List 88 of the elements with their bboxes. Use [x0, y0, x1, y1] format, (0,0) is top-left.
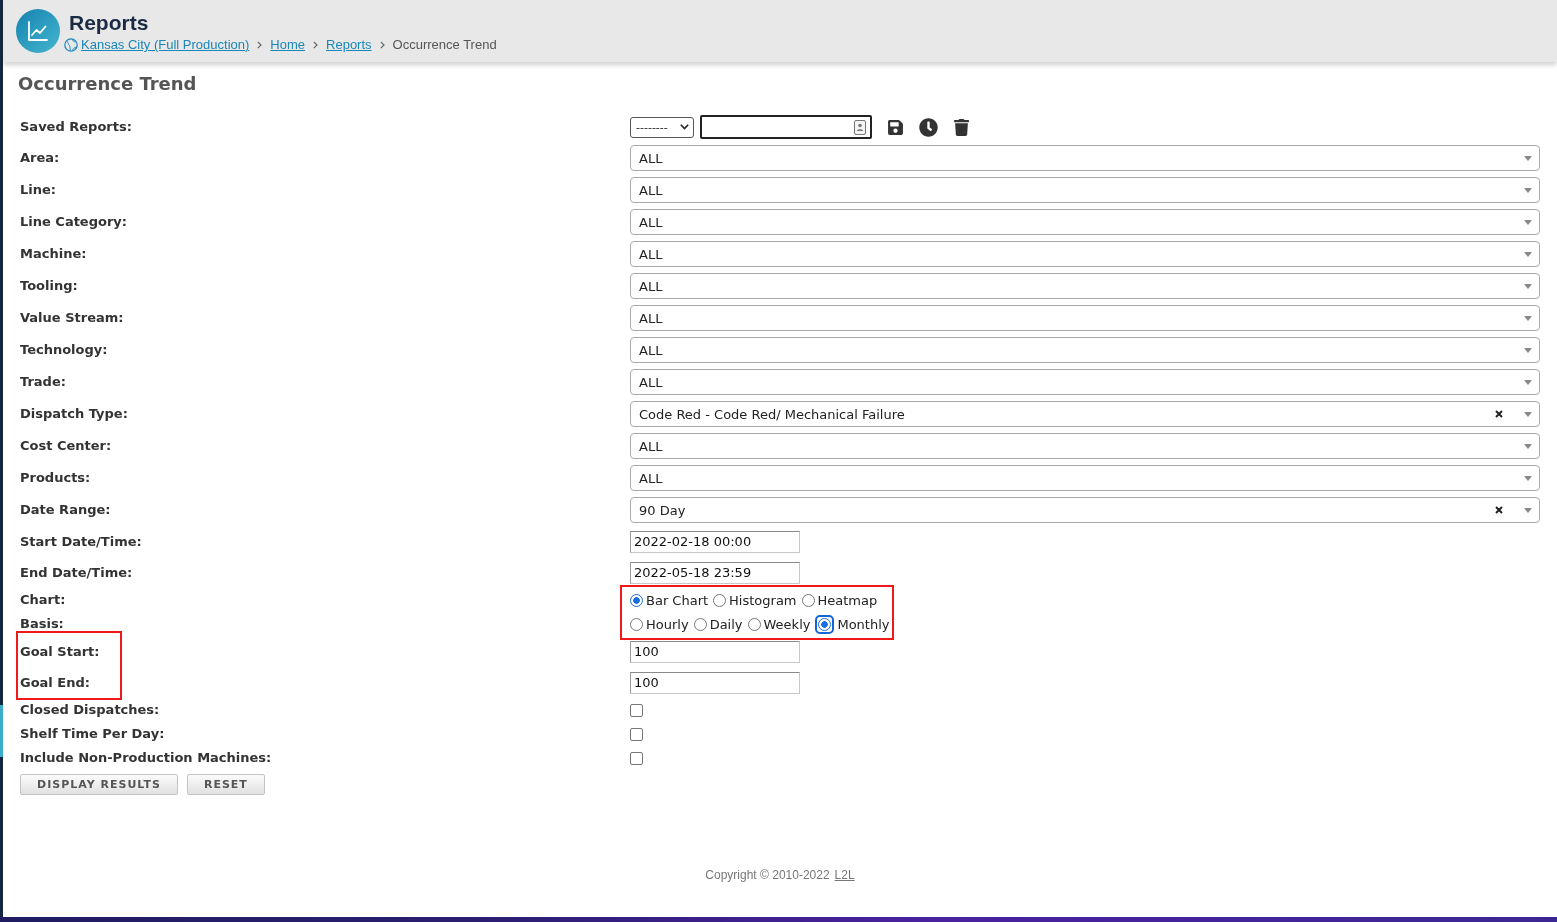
radio-button[interactable] [747, 617, 761, 631]
radio-button[interactable] [630, 617, 643, 631]
caret-icon [1524, 507, 1532, 513]
caret-icon [1524, 187, 1532, 193]
filter-dropdown[interactable]: ALL [630, 337, 1540, 363]
filter-dropdown[interactable]: Code Red - Code Red/ Mechanical Failure [630, 401, 1540, 427]
field-label: Tooling: [20, 278, 78, 294]
clear-icon[interactable] [1495, 506, 1503, 514]
radio-label: Hourly [646, 616, 689, 632]
checkbox[interactable] [630, 703, 643, 717]
chevron-right-icon [313, 41, 319, 49]
caret-icon [1524, 283, 1532, 289]
radio-button[interactable] [713, 593, 727, 607]
saved-reports-dropdown[interactable]: -------- [630, 116, 694, 138]
action-button[interactable]: DISPLAY RESULTS [20, 774, 178, 795]
radio-label: Histogram [729, 592, 797, 608]
chevron-right-icon [257, 41, 263, 49]
caret-icon [1524, 411, 1532, 417]
field-label: Start Date/Time: [20, 533, 142, 550]
radio-label: Bar Chart [646, 592, 709, 608]
globe-icon [64, 38, 78, 52]
caret-icon [1524, 315, 1532, 321]
checkbox[interactable] [630, 751, 643, 765]
breadcrumb-current: Occurrence Trend [392, 36, 497, 54]
filter-dropdown[interactable]: ALL [630, 177, 1540, 203]
field-label: Goal Start: [20, 643, 100, 660]
caret-icon [1524, 155, 1532, 161]
field-label: Basis: [20, 616, 64, 632]
radio-label: Heatmap [817, 592, 878, 608]
text-field[interactable]: 100 [630, 640, 800, 663]
field-label: Machine: [20, 246, 87, 262]
radio-button[interactable] [815, 614, 835, 634]
caret-icon [1524, 347, 1532, 353]
field-label: Chart: [20, 592, 66, 608]
field-label: Products: [20, 470, 91, 486]
filter-dropdown[interactable]: ALL [630, 369, 1540, 395]
caret-icon [1524, 251, 1532, 257]
filter-dropdown[interactable]: ALL [630, 145, 1540, 171]
report-name-field[interactable] [700, 115, 872, 139]
text-field[interactable]: 2022-05-18 23:59 [630, 561, 800, 584]
filter-dropdown[interactable]: ALL [630, 209, 1540, 235]
field-label: Date Range: [20, 502, 111, 518]
trash-icon[interactable] [953, 118, 970, 136]
save-icon[interactable] [887, 118, 904, 136]
checkbox[interactable] [630, 727, 643, 741]
clear-icon[interactable] [1495, 410, 1503, 418]
caret-icon [1524, 475, 1532, 481]
field-label: Include Non-Production Machines: [20, 750, 272, 766]
field-label: Line: [20, 182, 56, 198]
caret-icon [1524, 219, 1532, 225]
clock-icon[interactable] [919, 117, 938, 137]
field-label: Cost Center: [20, 438, 112, 454]
field-label: Area: [20, 150, 60, 166]
filter-dropdown[interactable]: ALL [630, 465, 1540, 491]
chevron-down-icon [680, 124, 689, 130]
field-label: Goal End: [20, 674, 90, 691]
filter-dropdown[interactable]: ALL [630, 273, 1540, 299]
radio-label: Monthly [837, 616, 890, 632]
contact-card-icon [854, 119, 866, 135]
filter-dropdown[interactable]: ALL [630, 433, 1540, 459]
field-label: Dispatch Type: [20, 406, 128, 422]
page-title: Occurrence Trend [18, 73, 197, 95]
field-label: Value Stream: [20, 310, 124, 326]
text-field[interactable]: 2022-02-18 00:00 [630, 530, 800, 553]
field-label: Saved Reports: [20, 119, 132, 135]
copyright-text: Copyright © 2010-2022 [705, 868, 830, 882]
field-label: Shelf Time Per Day: [20, 726, 165, 742]
app-title: Reports [69, 10, 149, 35]
line-chart-icon [16, 9, 60, 53]
field-label: Technology: [20, 342, 108, 358]
radio-button[interactable] [693, 617, 707, 631]
radio-label: Daily [709, 616, 743, 632]
field-label: End Date/Time: [20, 564, 133, 581]
caret-icon [1524, 443, 1532, 449]
radio-button[interactable] [801, 593, 815, 607]
filter-dropdown[interactable]: 90 Day [630, 497, 1540, 523]
field-label: Trade: [20, 374, 66, 390]
text-field[interactable]: 100 [630, 671, 800, 694]
radio-button[interactable] [630, 593, 643, 607]
field-label: Closed Dispatches: [20, 702, 160, 718]
radio-label: Weekly [763, 616, 811, 632]
filter-dropdown[interactable]: ALL [630, 305, 1540, 331]
field-label: Line Category: [20, 214, 127, 230]
chevron-right-icon [379, 41, 385, 49]
filter-dropdown[interactable]: ALL [630, 241, 1540, 267]
footer-link[interactable]: L2L [834, 868, 855, 882]
action-button[interactable]: RESET [186, 774, 265, 795]
caret-icon [1524, 379, 1532, 385]
